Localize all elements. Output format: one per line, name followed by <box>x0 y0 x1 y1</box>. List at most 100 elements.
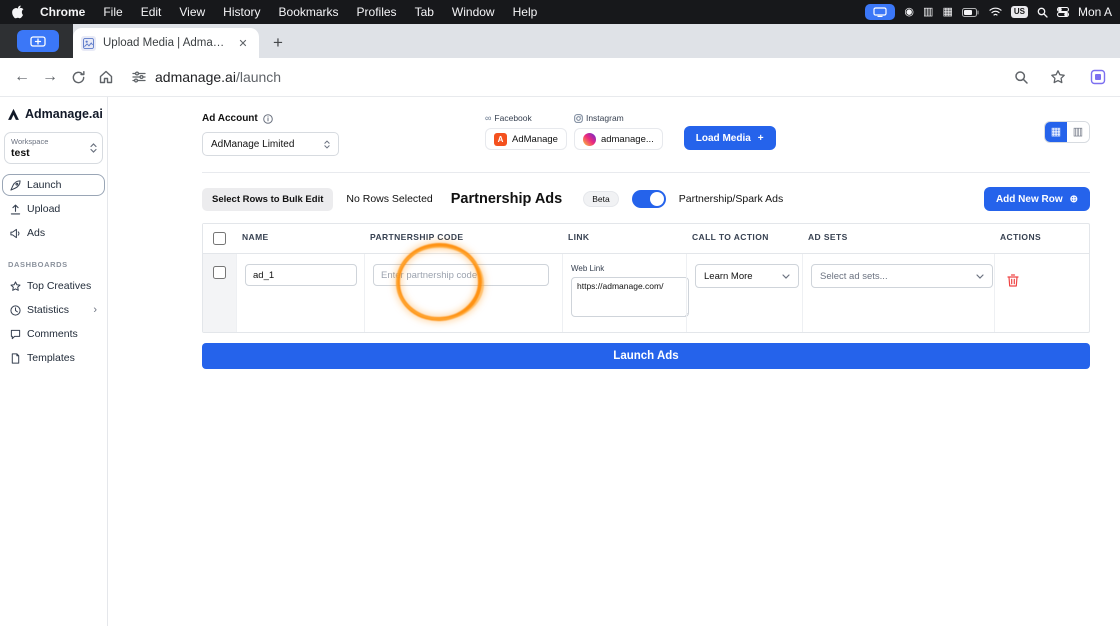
menubar-item-tab[interactable]: Tab <box>406 0 443 24</box>
site-settings-icon[interactable] <box>132 70 146 84</box>
instagram-avatar <box>582 132 596 146</box>
facebook-page-chip[interactable]: A AdManage <box>485 128 567 150</box>
menubar-clock[interactable]: Mon A <box>1078 5 1112 19</box>
back-icon[interactable]: ← <box>8 63 36 91</box>
name-input[interactable] <box>245 264 357 286</box>
sidebar-item-label: Upload <box>27 203 61 215</box>
load-media-button[interactable]: Load Media + <box>683 126 776 150</box>
ad-sets-select[interactable]: Select ad sets... <box>811 264 993 288</box>
column-header-link: LINK <box>568 232 590 242</box>
instagram-label: Instagram <box>585 113 624 123</box>
sidebar-item-top-creatives[interactable]: Top Creatives <box>2 275 105 297</box>
chevron-down-icon <box>976 273 984 279</box>
sidebar-item-launch[interactable]: Launch <box>2 174 105 196</box>
forward-icon[interactable]: → <box>36 63 64 91</box>
ad-account-block: Ad Account AdManage Limited <box>202 113 339 156</box>
menubar-item-window[interactable]: Window <box>443 0 504 24</box>
sidebar-item-label: Ads <box>27 227 46 239</box>
column-header-call-to-action: CALL TO ACTION <box>692 232 769 242</box>
web-link-label: Web Link <box>571 264 605 273</box>
ad-account-select[interactable]: AdManage Limited <box>202 132 339 156</box>
screen-share-indicator-icon[interactable] <box>865 4 896 20</box>
zoom-search-icon[interactable] <box>1007 63 1035 91</box>
ad-account-label: Ad Account <box>202 113 258 124</box>
apple-menu-icon[interactable] <box>8 5 31 19</box>
bookmark-star-icon[interactable] <box>1044 63 1072 91</box>
spotlight-search-icon[interactable] <box>1037 7 1048 18</box>
menubar-item-chrome[interactable]: Chrome <box>31 0 94 24</box>
sidebar-item-templates[interactable]: Templates <box>2 347 105 369</box>
chevron-updown-icon <box>324 139 330 149</box>
bulk-edit-button[interactable]: Select Rows to Bulk Edit <box>202 187 334 211</box>
add-new-row-button[interactable]: Add New Row ⊕ <box>983 187 1090 211</box>
chevron-down-icon <box>782 273 790 279</box>
delete-row-button[interactable] <box>1003 270 1023 291</box>
app-grid-icon[interactable]: ▦ <box>942 6 952 18</box>
address-bar[interactable]: admanage.ai/launch <box>124 63 1080 91</box>
star-icon <box>10 280 21 292</box>
reload-icon[interactable] <box>64 63 92 91</box>
tab-close-icon[interactable]: ✕ <box>235 35 251 51</box>
workspace-value: test <box>11 147 30 159</box>
menubar-item-view[interactable]: View <box>170 0 214 24</box>
menubar-item-help[interactable]: Help <box>504 0 547 24</box>
sidebar-item-label: Statistics <box>27 304 70 316</box>
facebook-icon: ∞ <box>485 112 492 123</box>
plus-icon: + <box>757 132 764 144</box>
sidebar-item-comments[interactable]: Comments <box>2 323 105 345</box>
instagram-icon <box>574 113 583 123</box>
cta-selected-value: Learn More <box>704 270 753 282</box>
home-icon[interactable] <box>92 63 120 91</box>
megaphone-icon <box>10 228 21 239</box>
sidebar-item-ads[interactable]: Ads <box>2 222 105 244</box>
partnership-table: NAME PARTNERSHIP CODE LINK CALL TO ACTIO… <box>202 223 1090 333</box>
document-icon <box>10 352 21 364</box>
brand[interactable]: Admanage.ai <box>0 107 107 121</box>
info-icon[interactable] <box>262 113 273 124</box>
record-stop-icon[interactable]: ◉ <box>904 6 914 18</box>
upload-icon <box>10 204 21 215</box>
spark-ads-toggle[interactable] <box>631 190 666 208</box>
window-tiles-icon[interactable]: ▥ <box>923 6 933 18</box>
row-checkbox[interactable] <box>213 266 226 279</box>
menubar-item-edit[interactable]: Edit <box>132 0 171 24</box>
menubar-item-history[interactable]: History <box>214 0 269 24</box>
partnership-code-input[interactable] <box>373 264 549 286</box>
menubar-item-profiles[interactable]: Profiles <box>348 0 406 24</box>
grid-view-icon[interactable]: ▥ <box>1067 122 1089 142</box>
instagram-account-chip[interactable]: admanage... <box>573 128 663 150</box>
beta-badge: Beta <box>583 191 619 207</box>
tab-title: Upload Media | Admanage.ai <box>103 37 228 49</box>
tab-sharing-indicator-icon[interactable] <box>17 30 59 52</box>
selection-status: No Rows Selected <box>346 193 433 205</box>
browser-tab[interactable]: Upload Media | Admanage.ai ✕ <box>73 28 259 58</box>
column-header-ad-sets: AD SETS <box>808 232 848 242</box>
social-accounts: ∞ Facebook A AdManage Instagram admanage… <box>485 113 776 150</box>
sidebar-item-statistics[interactable]: Statistics › <box>2 299 105 321</box>
sidebar-item-label: Launch <box>27 179 62 191</box>
tab-groups-icon[interactable] <box>1084 63 1112 91</box>
launch-ads-button[interactable]: Launch Ads <box>202 343 1090 369</box>
battery-icon[interactable] <box>961 7 980 17</box>
table-row: Web Link https://admanage.com/ Learn Mor… <box>203 242 1089 332</box>
sidebar-item-upload[interactable]: Upload <box>2 198 105 220</box>
input-source-badge[interactable]: US <box>1010 6 1028 18</box>
menubar-item-bookmarks[interactable]: Bookmarks <box>270 0 348 24</box>
call-to-action-select[interactable]: Learn More <box>695 264 799 288</box>
new-tab-button[interactable]: + <box>265 30 291 56</box>
select-all-checkbox[interactable] <box>213 232 226 245</box>
tab-favicon-icon <box>81 35 96 51</box>
workspace-selector[interactable]: Workspace test <box>4 132 103 164</box>
wifi-icon[interactable] <box>989 7 1002 17</box>
browser-toolbar: ← → admanage.ai/launch <box>0 58 1120 97</box>
control-center-icon[interactable] <box>1056 7 1069 17</box>
web-link-textarea[interactable]: https://admanage.com/ <box>571 277 689 317</box>
facebook-page-name: AdManage <box>512 133 558 145</box>
menubar-item-file[interactable]: File <box>94 0 131 24</box>
rocket-icon <box>10 179 21 191</box>
load-media-label: Load Media <box>695 132 751 144</box>
tab-strip-left-region <box>0 24 73 58</box>
url-path: /launch <box>235 69 282 85</box>
table-view-icon[interactable]: ▦ <box>1045 122 1067 142</box>
facebook-avatar: A <box>494 132 507 146</box>
